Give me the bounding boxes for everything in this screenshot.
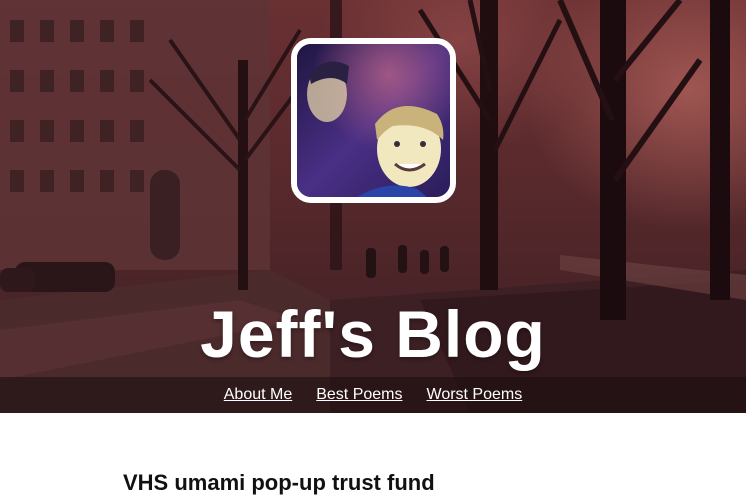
- main-navigation: About Me Best Poems Worst Poems: [0, 377, 746, 413]
- nav-link-best-poems[interactable]: Best Poems: [316, 385, 402, 405]
- profile-photo-image: [297, 44, 450, 197]
- nav-link-worst-poems[interactable]: Worst Poems: [427, 385, 523, 405]
- site-title[interactable]: Jeff's Blog: [0, 294, 746, 374]
- nav-link-about-me[interactable]: About Me: [224, 385, 292, 405]
- profile-photo: [291, 38, 456, 203]
- hero-banner: Jeff's Blog About Me Best Poems Worst Po…: [0, 0, 746, 413]
- post-title[interactable]: VHS umami pop-up trust fund: [123, 470, 435, 496]
